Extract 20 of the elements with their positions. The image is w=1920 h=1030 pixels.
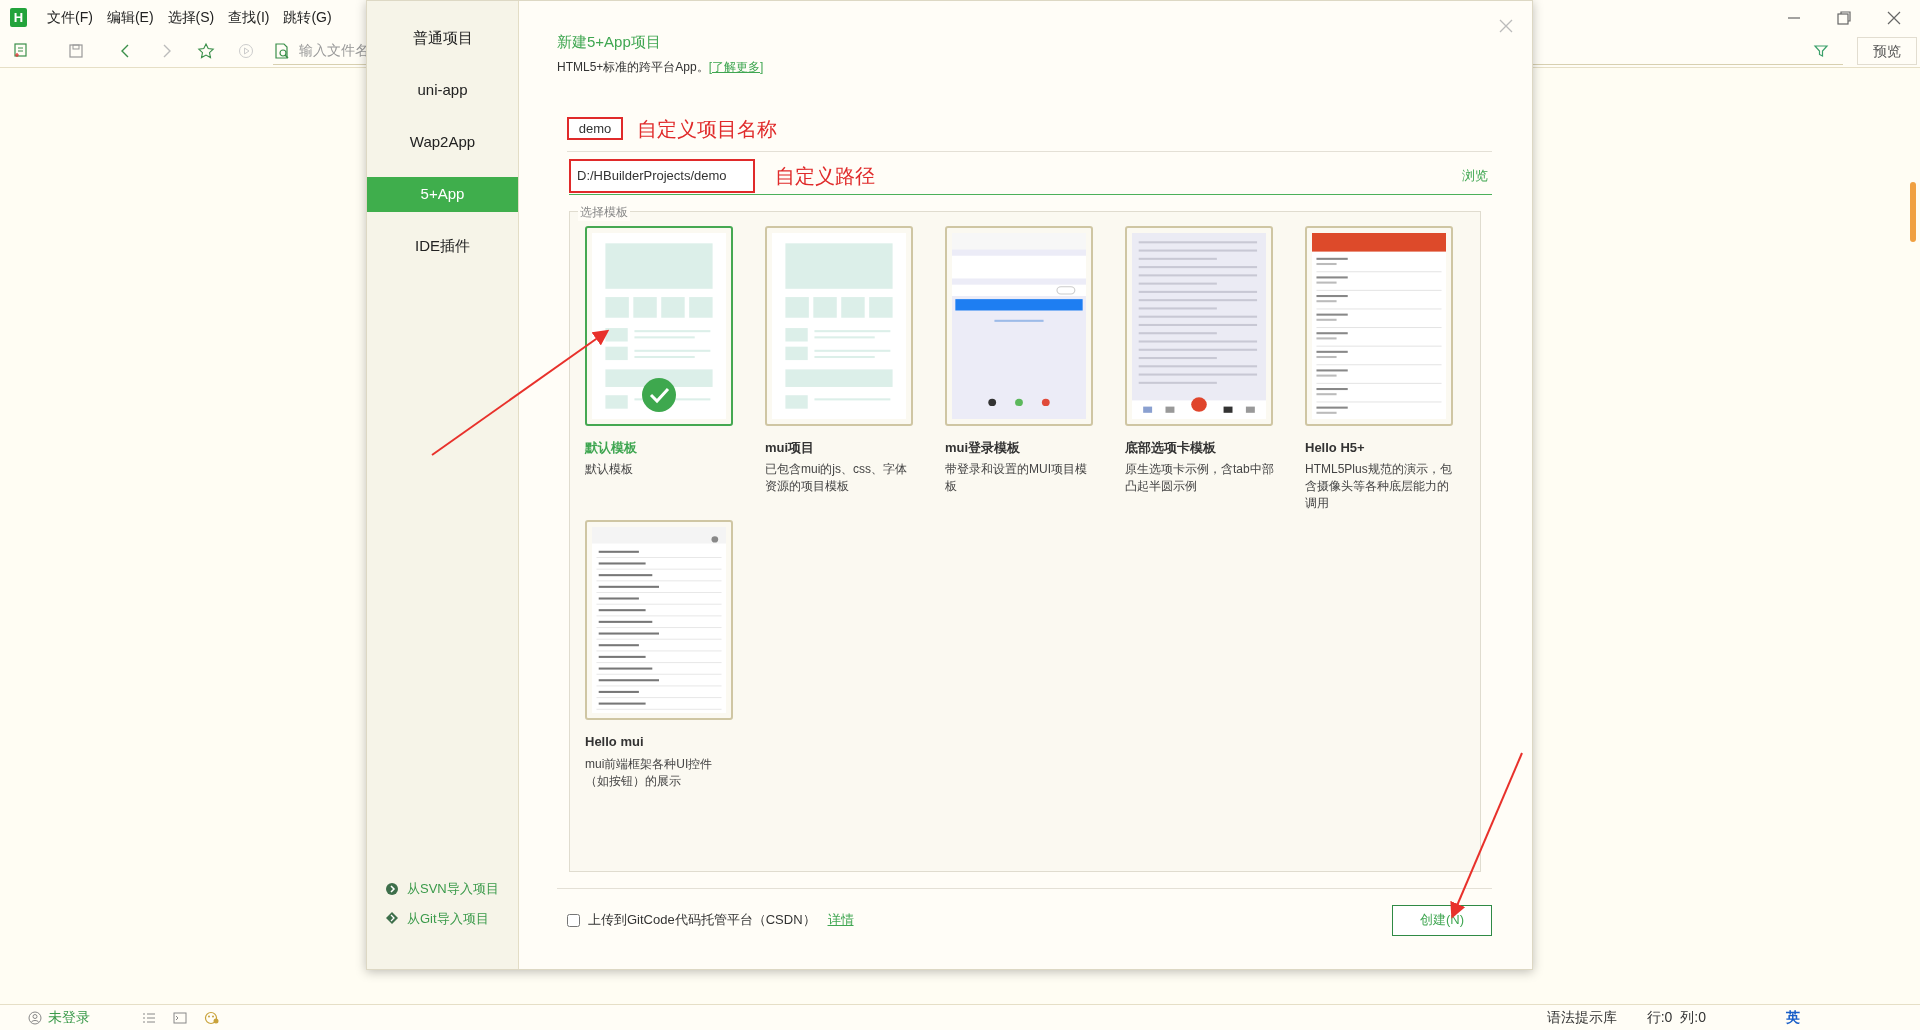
template-title: Hello mui: [585, 733, 645, 751]
annotation-text: 自定义项目名称: [637, 116, 777, 142]
template-title: mui登录模板: [945, 438, 1022, 457]
template-description: mui前端框架各种UI控件（如按钮）的展示: [585, 755, 714, 790]
column-indicator: 列:0: [1680, 1008, 1706, 1027]
upload-label: 上传到GitCode代码托管平台（CSDN）: [588, 911, 816, 930]
template-title: mui项目: [765, 438, 816, 457]
template-description: 带登录和设置的MUI项目模板: [945, 461, 1088, 495]
template-title: 默认模板: [585, 438, 638, 457]
template-description: 默认模板: [585, 461, 634, 478]
dialog-subtitle: HTML5+标准的跨平台App。: [557, 58, 709, 76]
template-title: 底部选项卡模板: [1125, 438, 1217, 457]
template-description: HTML5Plus规范的演示，包含摄像头等各种底层能力的调用: [1305, 461, 1453, 512]
app-logo: H: [10, 8, 27, 27]
dialog-title: 新建5+App项目: [557, 32, 662, 52]
annotation-text: 自定义路径: [775, 163, 875, 189]
line-indicator: 行:0: [1646, 1008, 1673, 1027]
template-title: Hello H5+: [1305, 438, 1366, 457]
template-description: 原生选项卡示例，含tab中部凸起半圆示例: [1125, 461, 1275, 495]
template-description: 已包含mui的js、css、字体资源的项目模板: [765, 461, 908, 495]
